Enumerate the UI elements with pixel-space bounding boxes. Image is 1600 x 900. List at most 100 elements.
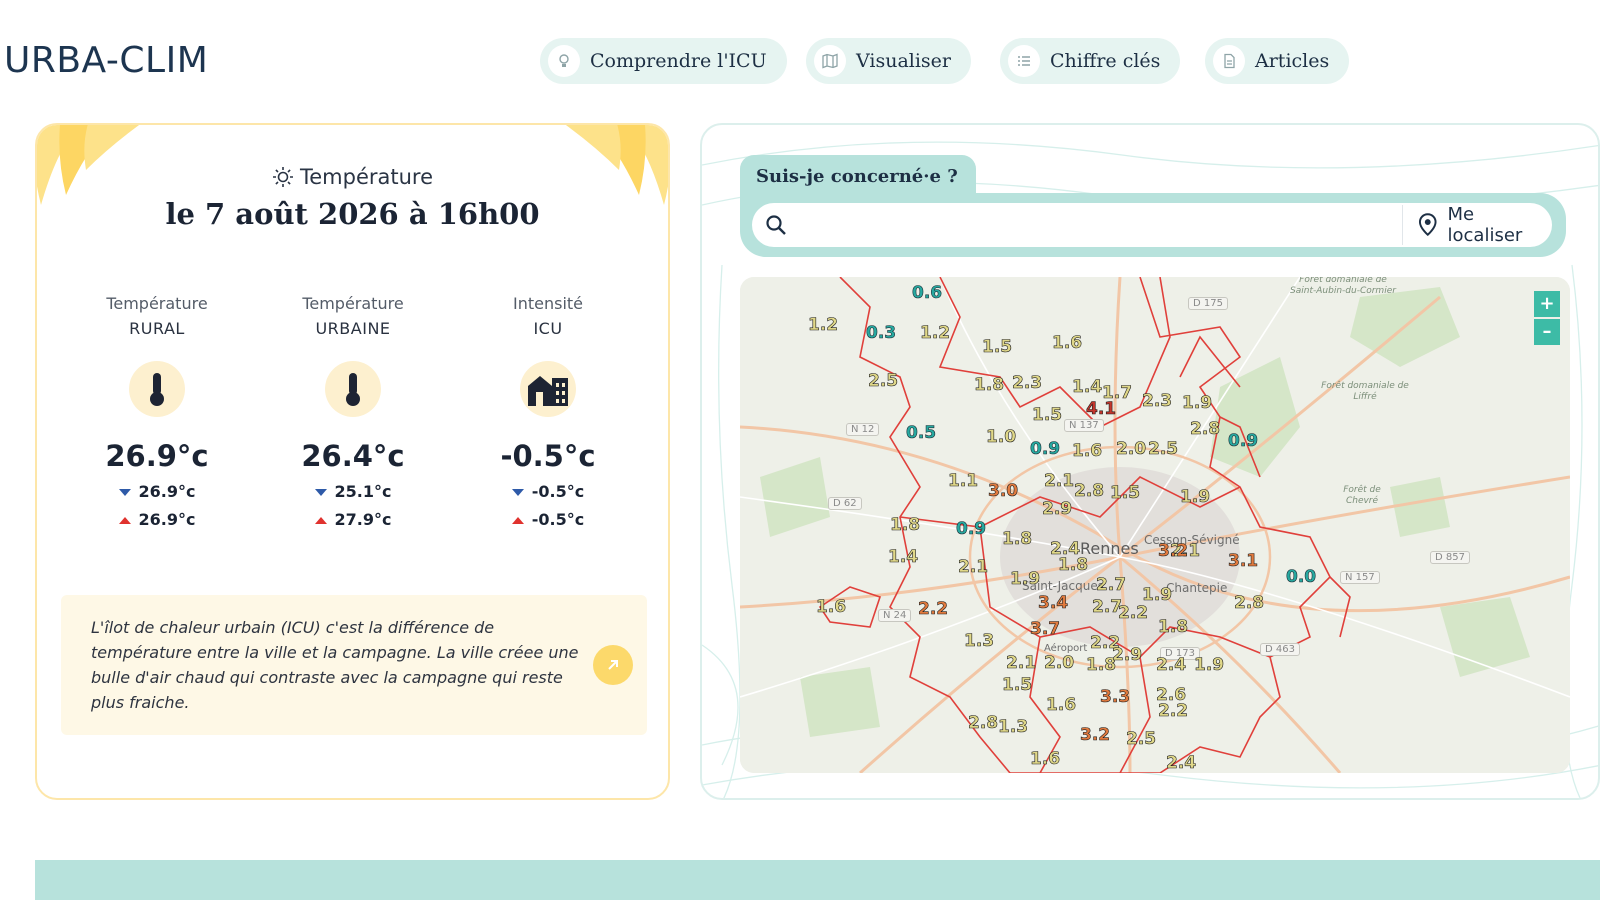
search-panel: Me localiser xyxy=(740,193,1566,257)
temperature-value: 26.9°c xyxy=(105,439,209,473)
place-label: Chantepie xyxy=(1166,581,1228,595)
forest-label: Forêt domaniale de Liffré xyxy=(1321,381,1409,402)
min-value: 26.9°c xyxy=(138,482,196,501)
icu-map-value[interactable]: 1.8 xyxy=(1058,555,1089,576)
icu-map-value[interactable]: 1.2 xyxy=(920,323,951,344)
icu-map-value[interactable]: 1.8 xyxy=(974,375,1005,396)
icu-map-value[interactable]: 1.6 xyxy=(816,597,847,618)
column-sublabel: URBAINE xyxy=(315,319,391,338)
icu-map-value[interactable]: 1.5 xyxy=(1002,675,1033,696)
icu-map-value[interactable]: 2.7 xyxy=(1096,575,1127,596)
icu-map-value[interactable]: 2.5 xyxy=(868,371,899,392)
main-nav: Comprendre l'ICU Visualiser Chiffre clés… xyxy=(0,38,1600,84)
address-search-input[interactable] xyxy=(800,209,1380,241)
icu-map-value[interactable]: 2.2 xyxy=(1158,701,1189,722)
document-icon xyxy=(1213,45,1245,77)
nav-label: Comprendre l'ICU xyxy=(590,50,767,72)
icu-map-value[interactable]: 0.6 xyxy=(912,283,943,304)
temperature-max: 27.9°c xyxy=(263,509,443,531)
nav-visualiser[interactable]: Visualiser xyxy=(806,38,972,84)
heat-map[interactable]: D 175 N 12 D 62 N 24 D 857 N 157 D 463 D… xyxy=(740,277,1570,773)
max-value: -0.5°c xyxy=(531,510,585,529)
icu-map-value[interactable]: 3.7 xyxy=(1030,619,1061,640)
icu-map-value[interactable]: 1.9 xyxy=(1010,569,1041,590)
icu-map-value[interactable]: 1.8 xyxy=(1158,617,1189,638)
icu-map-value[interactable]: 2.2 xyxy=(918,599,949,620)
icu-map-value[interactable]: 1.5 xyxy=(982,337,1013,358)
icu-map-value[interactable]: 0.9 xyxy=(956,519,987,540)
nav-comprendre-icu[interactable]: Comprendre l'ICU xyxy=(540,38,787,84)
icu-map-value[interactable]: 2.4 xyxy=(1156,655,1187,676)
column-label: Température xyxy=(106,294,208,313)
icu-map-value[interactable]: 1.6 xyxy=(1046,695,1077,716)
icu-map-value[interactable]: 4.1 xyxy=(1086,399,1117,420)
column-sublabel: ICU xyxy=(533,319,563,338)
icu-map-value[interactable]: 3.0 xyxy=(988,481,1019,502)
list-icon xyxy=(1008,45,1040,77)
column-label: Température xyxy=(302,294,404,313)
forest-label: Forêt domaniale de Saint-Aubin-du-Cormie… xyxy=(1290,277,1396,296)
icu-map-value[interactable]: 1.8 xyxy=(1002,529,1033,550)
icu-map-value[interactable]: 2.0 xyxy=(1044,653,1075,674)
icu-map-value[interactable]: 1.5 xyxy=(1110,483,1141,504)
icu-map-value[interactable]: 2.1 xyxy=(1044,471,1075,492)
icu-map-value[interactable]: 3.2 xyxy=(1080,725,1111,746)
icu-map-value[interactable]: 1.9 xyxy=(1194,655,1225,676)
icu-map-value[interactable]: 3.1 xyxy=(1228,551,1259,572)
icu-map-value[interactable]: 2.1 xyxy=(958,557,989,578)
icu-map-value[interactable]: 3.3 xyxy=(1100,687,1131,708)
icu-map-value[interactable]: 2.5 xyxy=(1148,439,1179,460)
icu-map-value[interactable]: 0.0 xyxy=(1286,567,1317,588)
icu-map-value[interactable]: 2.8 xyxy=(1190,419,1221,440)
info-link-button[interactable] xyxy=(593,645,633,685)
locate-me-button[interactable]: Me localiser xyxy=(1418,203,1552,247)
zoom-in-button[interactable]: + xyxy=(1534,291,1560,317)
temperature-min: 26.9°c xyxy=(67,481,247,503)
icu-map-value[interactable]: 2.9 xyxy=(1112,645,1143,666)
icu-map-value[interactable]: 0.3 xyxy=(866,323,897,344)
icu-map-value[interactable]: 1.2 xyxy=(808,315,839,336)
thermometer-icon xyxy=(325,361,381,417)
nav-articles[interactable]: Articles xyxy=(1205,38,1350,84)
icu-map-value[interactable]: 0.9 xyxy=(1030,439,1061,460)
icu-map-value[interactable]: 1.8 xyxy=(890,515,921,536)
icu-map-value[interactable]: 1.5 xyxy=(1032,405,1063,426)
buildings-icon xyxy=(520,361,576,417)
divider xyxy=(1402,205,1403,245)
icu-intensity-column: Intensité ICU -0.5°c -0.5°c -0.5°c xyxy=(458,291,638,531)
footer-band xyxy=(35,860,1600,900)
icu-map-value[interactable]: 1.4 xyxy=(888,547,919,568)
icu-map-value[interactable]: 2.8 xyxy=(1074,481,1105,502)
icu-map-value[interactable]: 1.3 xyxy=(998,717,1029,738)
column-sublabel: RURAL xyxy=(129,319,185,338)
icu-map-value[interactable]: 1.4 xyxy=(1072,377,1103,398)
icu-map-value[interactable]: 0.9 xyxy=(1228,431,1259,452)
icu-map-value[interactable]: 2.3 xyxy=(1142,391,1173,412)
icu-map-value[interactable]: 2.4 xyxy=(1166,753,1197,773)
icu-map-value[interactable]: 1.9 xyxy=(1180,487,1211,508)
icu-map-value[interactable]: 2.0 xyxy=(1116,439,1147,460)
icu-map-value[interactable]: 1.6 xyxy=(1030,749,1061,770)
icu-map-value[interactable]: 1.9 xyxy=(1142,585,1173,606)
icu-map-value[interactable]: 1.6 xyxy=(1052,333,1083,354)
zoom-out-button[interactable]: – xyxy=(1534,319,1560,345)
icu-map-value[interactable]: 0.5 xyxy=(906,423,937,444)
icu-map-value[interactable]: 1.3 xyxy=(964,631,995,652)
icu-map-value[interactable]: 3.4 xyxy=(1038,593,1069,614)
min-value: -0.5°c xyxy=(531,482,585,501)
icu-map-value[interactable]: 2.2 xyxy=(1118,603,1149,624)
nav-chiffre-cles[interactable]: Chiffre clés xyxy=(1000,38,1181,84)
icu-map-value[interactable]: 3.2 xyxy=(1158,541,1189,562)
icu-map-value[interactable]: 2.5 xyxy=(1126,729,1157,750)
icu-map-value[interactable]: 2.1 xyxy=(1006,653,1037,674)
icu-map-value[interactable]: 2.9 xyxy=(1042,499,1073,520)
icu-map-value[interactable]: 1.0 xyxy=(986,427,1017,448)
icu-map-value[interactable]: 1.9 xyxy=(1182,393,1213,414)
icu-map-value[interactable]: 2.8 xyxy=(968,713,999,734)
arrow-up-icon xyxy=(511,516,524,524)
icu-map-value[interactable]: 2.8 xyxy=(1234,593,1265,614)
arrow-up-icon xyxy=(118,516,131,524)
icu-map-value[interactable]: 1.6 xyxy=(1072,441,1103,462)
icu-map-value[interactable]: 1.1 xyxy=(948,471,979,492)
icu-map-value[interactable]: 2.3 xyxy=(1012,373,1043,394)
